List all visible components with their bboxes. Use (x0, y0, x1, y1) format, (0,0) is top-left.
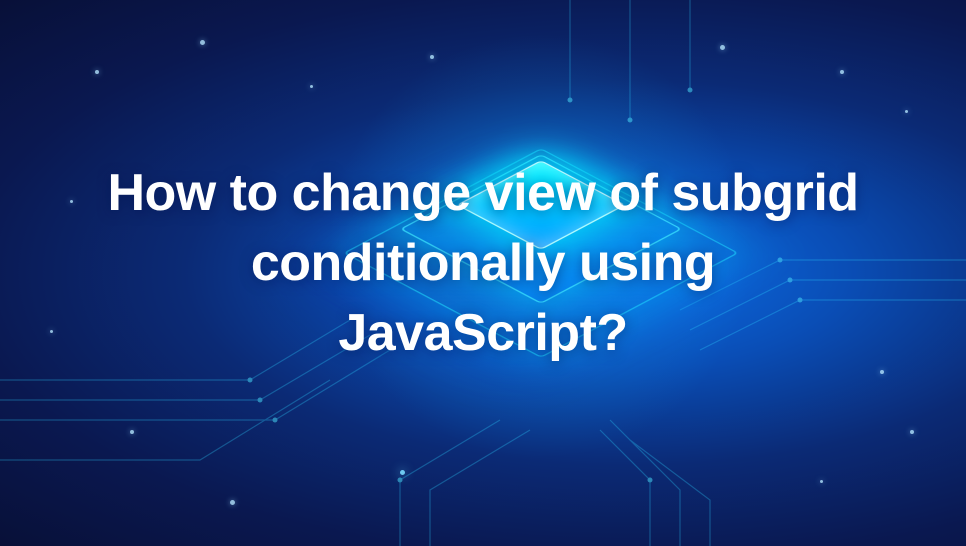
hero-banner: How to change view of subgrid conditiona… (0, 0, 966, 546)
hero-title: How to change view of subgrid conditiona… (103, 158, 863, 389)
